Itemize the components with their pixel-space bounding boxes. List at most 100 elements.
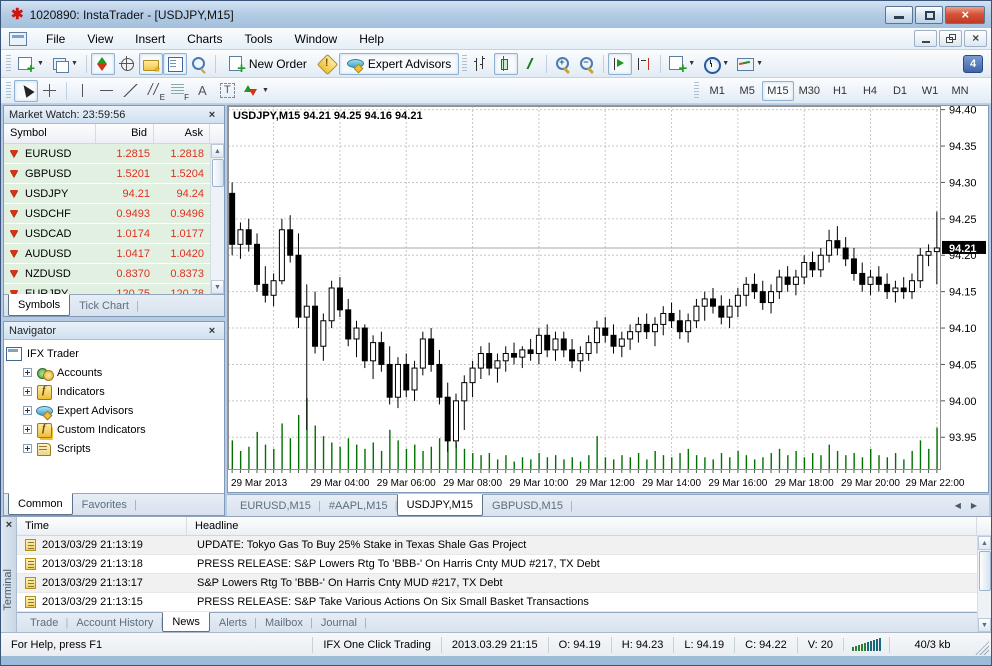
auto-scroll-button[interactable]	[608, 53, 632, 75]
terminal-tab-mailbox[interactable]: Mailbox|	[256, 613, 312, 632]
news-scrollbar[interactable]: ▲ ▼	[977, 536, 991, 632]
toolbar-grip[interactable]	[694, 82, 699, 100]
market-watch-row[interactable]: EURUSD1.28151.2818	[4, 144, 210, 164]
menu-tools[interactable]: Tools	[234, 29, 284, 49]
menu-help[interactable]: Help	[348, 29, 395, 49]
line-chart-button[interactable]	[518, 53, 542, 75]
expand-plus-icon[interactable]	[23, 444, 32, 453]
column-bid[interactable]: Bid	[96, 124, 154, 143]
menu-view[interactable]: View	[76, 29, 124, 49]
timeframe-m1-button[interactable]: M1	[702, 81, 732, 101]
navigator-close-icon[interactable]: ×	[205, 325, 219, 337]
price-chart[interactable]: 94.4094.3594.3094.2594.2094.1594.1094.05…	[227, 105, 989, 493]
scrollbar-thumb[interactable]	[979, 551, 991, 591]
timeframe-h1-button[interactable]: H1	[825, 81, 855, 101]
trendline-button[interactable]	[119, 80, 143, 102]
mdi-minimize-button[interactable]	[914, 30, 937, 47]
terminal-tab-journal[interactable]: Journal|	[312, 613, 366, 632]
column-ask[interactable]: Ask	[154, 124, 210, 143]
candlestick-chart-button[interactable]	[494, 53, 518, 75]
new-order-button[interactable]: New Order	[220, 53, 315, 75]
terminal-tab-news[interactable]: News	[162, 612, 210, 632]
column-time[interactable]: Time	[17, 517, 187, 535]
timeframe-d1-button[interactable]: D1	[885, 81, 915, 101]
timeframe-mn-button[interactable]: MN	[945, 81, 975, 101]
tab-tick-chart[interactable]: Tick Chart|	[70, 295, 138, 316]
market-watch-row[interactable]: NZDUSD0.83700.8373	[4, 264, 210, 284]
vertical-line-button[interactable]	[71, 80, 95, 102]
market-watch-row[interactable]: USDCHF0.94930.9496	[4, 204, 210, 224]
bar-chart-button[interactable]	[470, 53, 494, 75]
navigator-toggle[interactable]	[139, 53, 163, 75]
notifications-badge[interactable]: 4	[963, 55, 983, 73]
text-tool-button[interactable]	[191, 80, 215, 102]
market-watch-row[interactable]: USDCAD1.01741.0177	[4, 224, 210, 244]
mdi-close-button[interactable]: ×	[964, 30, 987, 47]
crosshair-tool-button[interactable]	[38, 80, 62, 102]
timeframe-w1-button[interactable]: W1	[915, 81, 945, 101]
horizontal-line-button[interactable]	[95, 80, 119, 102]
market-watch-toggle[interactable]	[91, 53, 115, 75]
scroll-right-icon[interactable]: ▶	[971, 501, 977, 510]
menu-file[interactable]: File	[35, 29, 76, 49]
fibonacci-button[interactable]	[167, 80, 191, 102]
timeframe-h4-button[interactable]: H4	[855, 81, 885, 101]
terminal-close-icon[interactable]: ×	[1, 519, 17, 531]
templates-button[interactable]: ▼	[733, 53, 767, 75]
market-watch-row[interactable]: EURJPY120.75120.78	[4, 284, 210, 294]
one-click-trading-button[interactable]: IFX One Click Trading	[312, 637, 441, 653]
market-watch-row[interactable]: AUDUSD1.04171.0420	[4, 244, 210, 264]
chart-tab-usdjpy-m15[interactable]: USDJPY,M15	[397, 494, 483, 516]
expand-plus-icon[interactable]	[23, 406, 32, 415]
toolbar-grip[interactable]	[6, 82, 11, 100]
timeframe-m15-button[interactable]: M15	[762, 81, 793, 101]
chart-tab-gbpusd-m15[interactable]: GBPUSD,M15|	[483, 495, 572, 516]
market-watch-row[interactable]: GBPUSD1.52011.5204	[4, 164, 210, 184]
text-label-button[interactable]	[215, 80, 239, 102]
metaeditor-button[interactable]	[315, 53, 339, 75]
news-row[interactable]: 2013/03/29 21:13:18PRESS RELEASE: S&P Lo…	[17, 555, 977, 574]
data-window-button[interactable]	[115, 53, 139, 75]
periods-button[interactable]: ▼	[699, 53, 733, 75]
resize-grip[interactable]	[975, 641, 989, 655]
mdi-restore-button[interactable]	[939, 30, 962, 47]
market-watch-scrollbar[interactable]: ▲ ▼	[210, 144, 224, 294]
timeframe-m5-button[interactable]: M5	[732, 81, 762, 101]
zoom-out-button[interactable]: −	[575, 53, 599, 75]
expand-plus-icon[interactable]	[23, 425, 32, 434]
chart-svg[interactable]: 94.4094.3594.3094.2594.2094.1594.1094.05…	[228, 106, 988, 492]
scroll-down-icon[interactable]: ▼	[211, 280, 224, 294]
chart-tab--aapl-m15[interactable]: #AAPL,M15|	[320, 495, 397, 516]
scroll-up-icon[interactable]: ▲	[211, 144, 224, 158]
strategy-tester-button[interactable]	[187, 53, 211, 75]
toolbar-grip[interactable]	[6, 55, 11, 73]
expert-advisors-button[interactable]: Expert Advisors	[339, 53, 459, 75]
menu-charts[interactable]: Charts	[176, 29, 233, 49]
scroll-up-icon[interactable]: ▲	[978, 536, 991, 550]
terminal-tab-trade[interactable]: Trade|	[21, 613, 67, 632]
tab-favorites[interactable]: Favorites|	[73, 494, 136, 515]
toolbar-grip[interactable]	[462, 55, 467, 73]
news-row[interactable]: 2013/03/29 21:13:15PRESS RELEASE: S&P Ta…	[17, 593, 977, 612]
tab-common[interactable]: Common	[8, 493, 73, 515]
scroll-down-icon[interactable]: ▼	[978, 618, 991, 632]
navigator-root-item[interactable]: IFX Trader	[6, 344, 222, 363]
maximize-button[interactable]	[915, 6, 943, 24]
terminal-tab-account-history[interactable]: Account History|	[67, 613, 162, 632]
market-watch-close-icon[interactable]: ×	[205, 109, 219, 121]
expand-plus-icon[interactable]	[23, 387, 32, 396]
news-row[interactable]: 2013/03/29 21:13:19UPDATE: Tokyo Gas To …	[17, 536, 977, 555]
column-symbol[interactable]: Symbol	[4, 124, 96, 143]
tab-symbols[interactable]: Symbols	[8, 294, 70, 316]
new-chart-button[interactable]: ▼	[14, 53, 48, 75]
close-button[interactable]: ×	[945, 6, 985, 24]
expand-plus-icon[interactable]	[23, 368, 32, 377]
scrollbar-thumb[interactable]	[212, 159, 224, 187]
menu-insert[interactable]: Insert	[124, 29, 176, 49]
navigator-item-accounts[interactable]: Accounts	[6, 363, 222, 382]
navigator-item-indicators[interactable]: Indicators	[6, 382, 222, 401]
navigator-item-expert-advisors[interactable]: Expert Advisors	[6, 401, 222, 420]
zoom-in-button[interactable]: +	[551, 53, 575, 75]
chart-window-icon[interactable]	[9, 32, 27, 46]
minimize-button[interactable]	[885, 6, 913, 24]
